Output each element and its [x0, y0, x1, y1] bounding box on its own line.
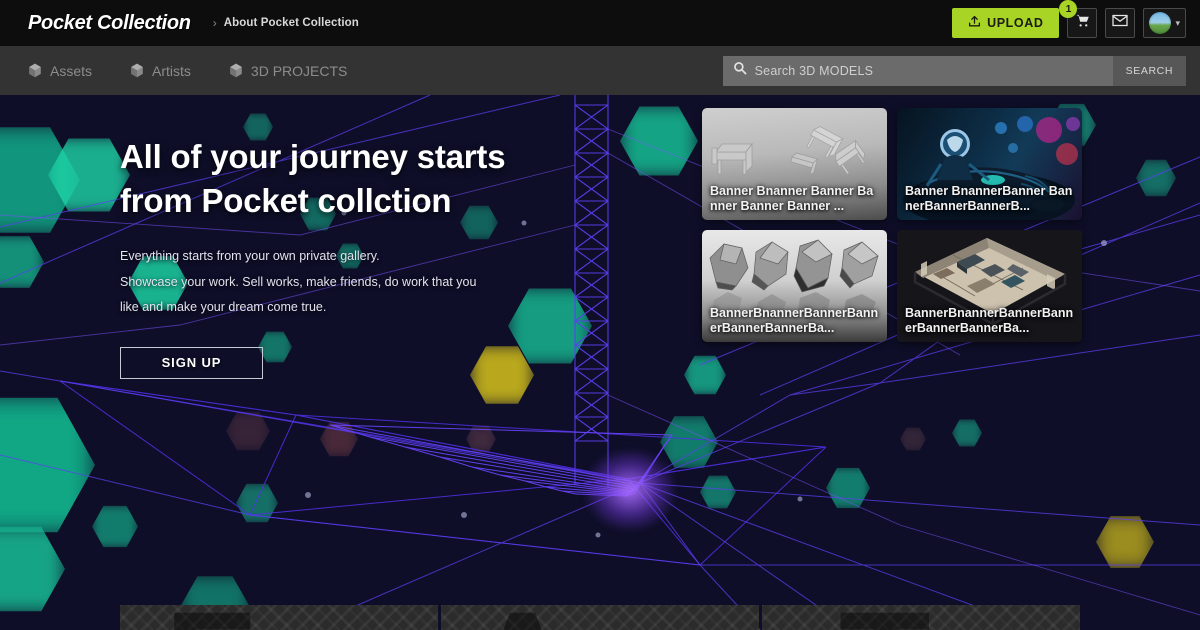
chevron-down-icon: ▾: [1175, 17, 1180, 28]
banner-card-label: BannerBnannerBannerBannerBannerBannerBa.…: [905, 305, 1074, 336]
account-menu-button[interactable]: ▾: [1143, 8, 1186, 38]
hero-copy: All of your journey starts from Pocket c…: [120, 135, 600, 379]
cart-button[interactable]: 1: [1059, 0, 1098, 38]
hero-subtitle-line-1: Everything starts from your own private …: [120, 249, 380, 264]
nav-item-label: Assets: [50, 62, 93, 79]
panel-ghost-text: For: [120, 605, 438, 630]
site-logo[interactable]: Pocket Collection: [28, 12, 191, 35]
nav-item-label: Artists: [152, 62, 191, 79]
hero-title-line-2: from Pocket collction: [120, 181, 452, 219]
nav-item-assets[interactable]: Assets: [28, 63, 92, 79]
nav-item-artists[interactable]: Artists: [130, 63, 191, 79]
tunnel-glow: [585, 450, 675, 530]
nav-items: Assets Artists 3D PROJECTS: [28, 63, 385, 79]
nav-bar: Assets Artists 3D PROJECTS Search 3D MOD…: [0, 46, 1200, 95]
nav-item-3d-projects[interactable]: 3D PROJECTS: [229, 63, 347, 79]
hero-subtitle-line-3: like and make your dream come true.: [120, 300, 327, 315]
upload-button[interactable]: UPLOAD: [952, 8, 1060, 38]
banner-card-label: BannerBnannerBannerBannerBannerBannerBa.…: [710, 305, 879, 336]
sign-up-button[interactable]: SIGN UP: [120, 346, 263, 379]
hero-subtitle: Everything starts from your own private …: [120, 244, 520, 321]
top-bar-actions: UPLOAD 1 ▾: [952, 0, 1186, 38]
feature-panels: For Creative Support Asa Market Place To…: [120, 605, 1080, 630]
search-button[interactable]: SEARCH: [1112, 55, 1186, 86]
search-area: SEARCH: [722, 55, 1186, 86]
search-input[interactable]: [754, 63, 1103, 78]
search-icon: [733, 61, 747, 80]
panel-ghost-text: Asa: [441, 605, 759, 630]
top-bar: Pocket Collection › About Pocket Collect…: [0, 0, 1200, 46]
cube-icon: [28, 63, 42, 78]
banner-card-grid: Banner Bnanner Banner Banner Banner Bann…: [702, 108, 1082, 342]
banner-card[interactable]: Banner Bnanner Banner Banner Banner Bann…: [702, 108, 887, 220]
panel-market-place[interactable]: Asa Market Place: [441, 605, 759, 630]
mail-icon: [1112, 14, 1129, 32]
panel-creative-support[interactable]: For Creative Support: [120, 605, 438, 630]
banner-card[interactable]: BannerBnannerBannerBannerBannerBannerBa.…: [702, 230, 887, 342]
banner-card-label: Banner BnannerBanner BannerBannerBannerB…: [905, 183, 1073, 214]
hero-section: All of your journey starts from Pocket c…: [0, 95, 1200, 630]
avatar: [1149, 12, 1172, 34]
cart-icon: [1075, 13, 1090, 33]
panel-project[interactable]: To Project: [762, 605, 1080, 630]
breadcrumb-chevron-icon: ›: [212, 16, 217, 30]
panel-ghost-text: To: [762, 605, 1080, 630]
hero-title: All of your journey starts from Pocket c…: [120, 135, 600, 222]
cube-icon: [130, 63, 144, 78]
upload-button-label: UPLOAD: [987, 16, 1044, 30]
page-root: Pocket Collection › About Pocket Collect…: [0, 0, 1200, 630]
banner-card[interactable]: BannerBnannerBannerBannerBannerBannerBa.…: [897, 230, 1082, 342]
breadcrumb[interactable]: About Pocket Collection: [224, 17, 359, 29]
upload-icon: [968, 15, 981, 31]
banner-card[interactable]: Banner BnannerBanner BannerBannerBannerB…: [897, 108, 1082, 220]
hero-title-line-1: All of your journey starts: [120, 138, 506, 175]
nav-item-label: 3D PROJECTS: [250, 62, 348, 79]
banner-card-label: Banner Bnanner Banner Banner Banner Bann…: [710, 183, 874, 214]
hero-subtitle-line-2: Showcase your work. Sell works, make fri…: [120, 274, 477, 289]
search-box[interactable]: [722, 55, 1113, 86]
cube-icon: [229, 63, 243, 78]
mail-button[interactable]: [1105, 8, 1136, 38]
